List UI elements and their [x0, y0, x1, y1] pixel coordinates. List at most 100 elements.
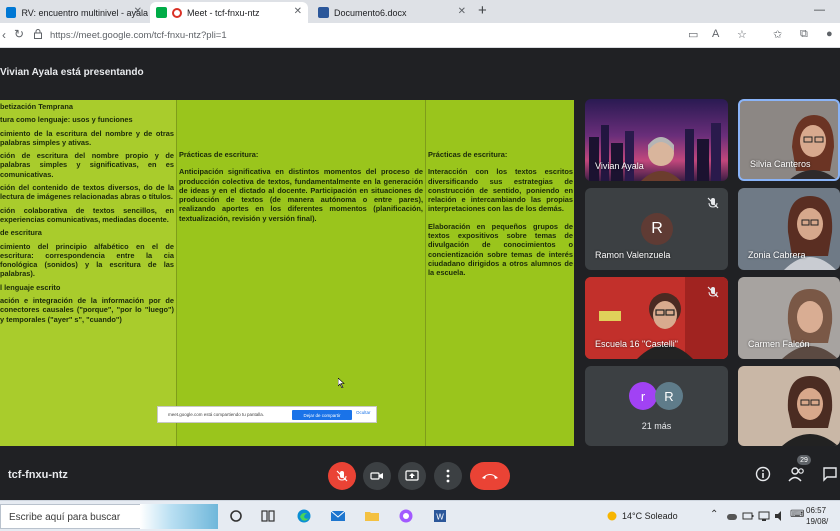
participant-tile[interactable]: Carmen Falcón [738, 277, 840, 359]
doc-heading: betización Temprana [0, 102, 73, 111]
doc-paragraph: Elaboración en pequeños grupos de textos… [428, 221, 573, 278]
minimize-icon[interactable]: — [814, 4, 825, 16]
doc-column-3: Prácticas de escritura: Interacción con … [426, 100, 574, 446]
tab-document-label: Documento6.docx [334, 7, 407, 18]
participant-name: Silvia Canteros [750, 159, 811, 169]
hide-notice-button[interactable]: Ocultar [356, 410, 371, 415]
stop-sharing-button[interactable]: Dejar de compartir [292, 410, 352, 420]
recording-icon [172, 7, 182, 18]
muted-mic-icon [707, 286, 719, 298]
camera-icon[interactable]: ▭ [688, 28, 698, 41]
system-clock[interactable]: 06:57 19/08/ [806, 505, 828, 527]
meet-window: Vivian Ayala está presentando betización… [0, 48, 840, 500]
more-options-button[interactable] [434, 462, 462, 490]
browser-tab-strip: RV: encuentro multinivel - ayala ✕ Meet … [0, 0, 840, 23]
avatar: r [629, 382, 657, 410]
task-view-icon[interactable] [260, 508, 276, 524]
share-notice-text: meet.google.com está compartiendo tu pan… [168, 412, 265, 417]
cortana-icon[interactable] [228, 508, 244, 524]
close-icon[interactable]: ✕ [294, 6, 302, 17]
presenter-label: Vivian Ayala está presentando [0, 67, 144, 78]
city-background-image [589, 123, 721, 181]
word-taskbar-icon[interactable]: W [432, 508, 448, 524]
doc-column-2: Prácticas de escritura: Anticipación sig… [177, 100, 426, 446]
doc-paragraph: ción del contenido de textos diversos, d… [0, 183, 174, 202]
participant-tile[interactable] [738, 366, 840, 446]
doc-paragraph: Anticipación significativa en distintos … [179, 167, 423, 223]
muted-mic-icon [336, 470, 348, 482]
language-icon[interactable]: ⌨ [790, 509, 804, 520]
tab-meet-label: Meet - tcf-fnxu-ntz [187, 7, 260, 18]
chrome-icon[interactable] [398, 508, 414, 524]
muted-mic-icon [707, 197, 719, 209]
participant-name: Escuela 16 "Castelli" [595, 339, 678, 349]
microphone-button[interactable] [328, 462, 356, 490]
tab-email-label: RV: encuentro multinivel - ayala [21, 7, 148, 18]
sun-icon [607, 511, 617, 521]
participant-tile[interactable]: Escuela 16 "Castelli" [585, 277, 728, 359]
favorites-icon[interactable]: ✩ [773, 28, 782, 41]
chat-icon[interactable] [822, 466, 838, 482]
address-bar: ‹ ↻ https://meet.google.com/tcf-fnxu-ntz… [0, 23, 840, 48]
doc-paragraph: cimiento de la escritura del nombre y de… [0, 128, 174, 147]
windows-taskbar: Escribe aquí para buscar W 14°C Soleado … [0, 500, 840, 531]
more-participants-count: 21 más [641, 421, 672, 431]
participant-tile[interactable]: R Ramon Valenzuela [585, 188, 728, 270]
collections-icon[interactable]: ⧉ [800, 28, 808, 41]
participant-name: Ramon Valenzuela [595, 250, 671, 260]
taskbar-search-placeholder: Escribe aquí para buscar [9, 512, 121, 523]
mail-icon[interactable] [330, 508, 346, 524]
more-vert-icon [446, 469, 450, 483]
tab-email[interactable]: RV: encuentro multinivel - ayala ✕ [0, 2, 148, 23]
doc-subheading: Prácticas de escritura: [179, 150, 259, 159]
chevron-up-icon[interactable]: ⌃ [710, 509, 718, 520]
network-icon[interactable] [758, 510, 770, 522]
shared-screen: betización Temprana tura como lenguaje: … [0, 100, 574, 446]
file-explorer-icon[interactable] [364, 508, 380, 524]
participant-video [790, 115, 836, 179]
participant-name: Carmen Falcón [748, 339, 810, 349]
present-screen-button[interactable] [398, 462, 426, 490]
mouse-cursor-icon [338, 378, 345, 388]
camera-button[interactable] [363, 462, 391, 490]
outlook-icon [6, 7, 17, 18]
tab-meet[interactable]: Meet - tcf-fnxu-ntz ✕ [150, 2, 308, 23]
avatar: R [655, 382, 683, 410]
people-icon[interactable] [788, 466, 806, 482]
meeting-code: tcf-fnxu-ntz [8, 469, 68, 481]
camera-icon [370, 472, 383, 480]
more-participants-tile[interactable]: r R 21 más [585, 366, 728, 446]
close-icon[interactable]: ✕ [134, 6, 142, 17]
favorite-add-icon[interactable]: ☆ [737, 28, 747, 41]
doc-subheading: l lenguaje escrito [0, 282, 61, 292]
doc-paragraph: cimiento del principio alfabético en el … [0, 241, 174, 279]
end-call-button[interactable] [470, 462, 510, 490]
edge-icon[interactable] [296, 508, 312, 524]
participant-tile[interactable]: Vivian Ayala [585, 99, 728, 181]
meeting-info-icon[interactable] [755, 466, 771, 482]
new-tab-icon[interactable]: + [478, 2, 487, 19]
lock-icon[interactable] [34, 29, 42, 39]
participant-tile[interactable]: Zonia Cabrera [738, 188, 840, 270]
read-aloud-icon[interactable]: A [712, 28, 719, 40]
profile-icon[interactable]: ● [826, 28, 833, 40]
participant-tile[interactable]: Silvia Canteros [738, 99, 840, 181]
back-icon[interactable]: ‹ [2, 28, 6, 42]
weather-text[interactable]: 14°C Soleado [622, 511, 678, 521]
meet-icon [156, 7, 167, 18]
close-icon[interactable]: ✕ [458, 6, 466, 17]
onedrive-icon[interactable] [726, 510, 738, 522]
people-count-badge: 29 [797, 455, 811, 465]
avatar: R [641, 213, 673, 245]
reload-icon[interactable]: ↻ [14, 27, 24, 41]
clock-time: 06:57 [806, 506, 827, 515]
url-text[interactable]: https://meet.google.com/tcf-fnxu-ntz?pli… [50, 30, 227, 41]
doc-paragraph: Interacción con los textos escritos dive… [428, 167, 573, 214]
battery-icon[interactable] [742, 510, 754, 522]
participant-name: Vivian Ayala [595, 161, 644, 171]
doc-subheading: Prácticas de escritura: [428, 150, 508, 159]
volume-icon[interactable] [774, 510, 786, 522]
tab-document[interactable]: Documento6.docx ✕ [312, 2, 472, 23]
doc-subheading: tura como lenguaje: usos y funciones [0, 115, 133, 125]
doc-paragraph: ción colaborativa de textos sencillos, e… [0, 205, 174, 224]
